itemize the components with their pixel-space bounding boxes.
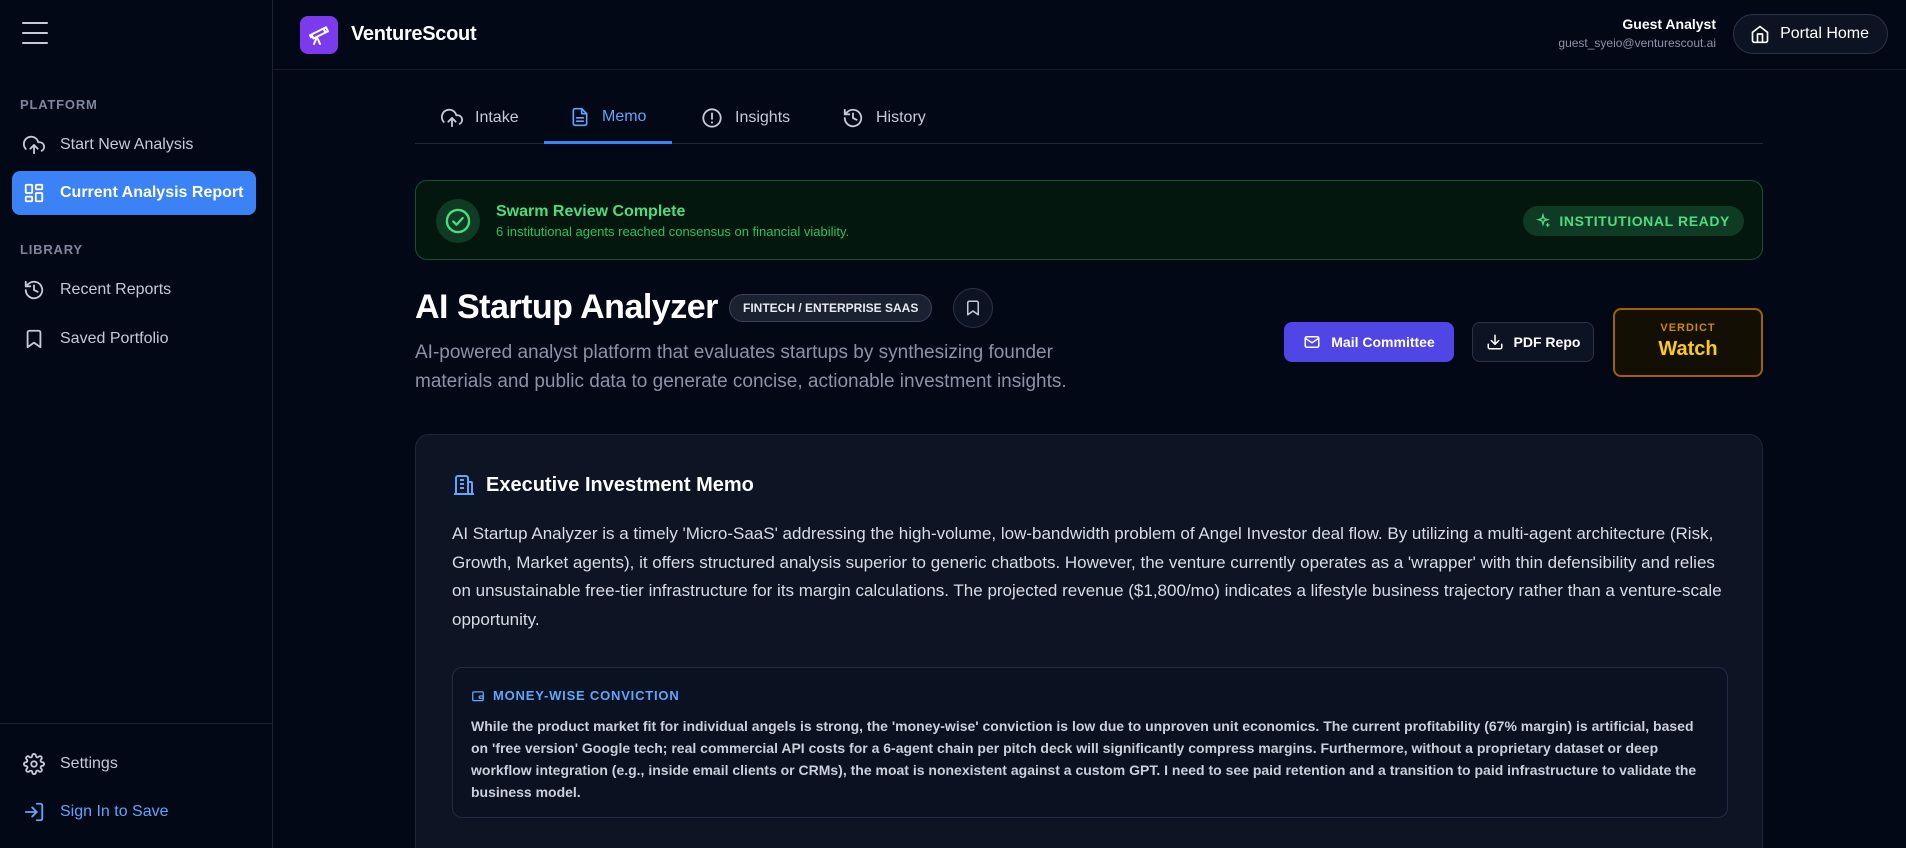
verdict-value: Watch <box>1658 338 1718 360</box>
status-badge-label: INSTITUTIONAL READY <box>1559 213 1730 229</box>
pdf-report-label: PDF Repo <box>1513 334 1581 350</box>
mail-committee-button[interactable]: Mail Committee <box>1284 322 1454 362</box>
sidebar-item-current-analysis-report[interactable]: Current Analysis Report <box>12 171 256 215</box>
sidebar: PLATFORM Start New Analysis Current Anal… <box>0 0 273 848</box>
dashboard-grid-icon <box>22 181 46 205</box>
tab-label: Intake <box>475 109 519 126</box>
banner-subtitle: 6 institutional agents reached consensus… <box>496 224 850 239</box>
sidebar-divider <box>0 723 273 724</box>
mail-committee-label: Mail Committee <box>1331 334 1435 350</box>
download-icon <box>1486 333 1504 351</box>
bookmark-icon <box>964 299 982 317</box>
sidebar-item-label: Settings <box>60 755 118 772</box>
bookmark-icon <box>22 327 46 351</box>
memo-body: AI Startup Analyzer is a timely 'Micro-S… <box>452 524 1722 629</box>
bookmark-button[interactable] <box>953 288 993 328</box>
page-subtitle: AI-powered analyst platform that evaluat… <box>415 342 1067 392</box>
check-circle-icon <box>436 199 480 243</box>
sidebar-item-start-new-analysis[interactable]: Start New Analysis <box>12 123 256 167</box>
portal-home-button[interactable]: Portal Home <box>1733 14 1888 54</box>
sparkle-icon <box>1535 213 1551 229</box>
sidebar-item-saved-portfolio[interactable]: Saved Portfolio <box>12 317 256 361</box>
document-icon <box>570 107 590 127</box>
conviction-body: While the product market fit for individ… <box>471 718 1697 800</box>
memo-header: Executive Investment Memo <box>452 473 754 497</box>
report-tabs: Intake Memo Insights History <box>415 92 1763 144</box>
sidebar-item-label: Start New Analysis <box>60 136 194 153</box>
sidebar-item-label: Saved Portfolio <box>60 330 169 347</box>
sidebar-item-label: Current Analysis Report <box>60 184 244 201</box>
sidebar-item-label: Recent Reports <box>60 281 172 298</box>
sector-tag: FINTECH / ENTERPRISE SAAS <box>729 294 933 322</box>
user-email: guest_syeio@venturescout.ai <box>1558 36 1716 50</box>
gear-icon <box>22 752 46 776</box>
mail-icon <box>1303 333 1321 351</box>
sidebar-section-library: LIBRARY <box>20 242 83 257</box>
home-icon <box>1750 24 1770 44</box>
tab-label: History <box>876 109 926 126</box>
tab-label: Insights <box>735 109 791 126</box>
login-icon <box>22 800 46 824</box>
conviction-title: MONEY-WISE CONVICTION <box>493 688 680 703</box>
cloud-upload-icon <box>22 133 46 157</box>
user-name: Guest Analyst <box>1622 16 1716 32</box>
tab-insights[interactable]: Insights <box>675 92 816 144</box>
history-icon <box>842 107 864 129</box>
status-badge: INSTITUTIONAL READY <box>1523 206 1744 236</box>
top-bar: VentureScout Guest Analyst guest_syeio@v… <box>273 0 1906 70</box>
memo-title: Executive Investment Memo <box>486 473 754 496</box>
sidebar-item-label: Sign In to Save <box>60 803 169 820</box>
alert-circle-icon <box>701 107 723 129</box>
tab-memo[interactable]: Memo <box>544 92 673 144</box>
sidebar-section-platform: PLATFORM <box>20 97 98 112</box>
page-title: AI Startup Analyzer <box>415 288 718 326</box>
sidebar-item-recent-reports[interactable]: Recent Reports <box>12 268 256 312</box>
tab-intake[interactable]: Intake <box>415 92 545 144</box>
executive-memo-card: Executive Investment Memo AI Startup Ana… <box>415 434 1763 848</box>
tab-label: Memo <box>602 107 647 125</box>
swarm-review-banner: Swarm Review Complete 6 institutional ag… <box>415 180 1763 260</box>
tab-history[interactable]: History <box>816 92 952 144</box>
cloud-upload-icon <box>441 107 463 129</box>
history-icon <box>22 278 46 302</box>
telescope-logo-icon <box>300 16 338 54</box>
building-icon <box>452 473 476 497</box>
sign-in-button[interactable]: Sign In to Save <box>12 790 256 834</box>
brand-name: VentureScout <box>351 23 477 45</box>
verdict-card: VERDICT Watch <box>1613 308 1763 377</box>
banner-title: Swarm Review Complete <box>496 203 686 220</box>
sidebar-item-settings[interactable]: Settings <box>12 742 256 786</box>
conviction-header: MONEY-WISE CONVICTION <box>471 688 680 703</box>
pdf-report-button[interactable]: PDF Repo <box>1472 322 1594 362</box>
verdict-label: VERDICT <box>1660 322 1716 334</box>
menu-icon[interactable] <box>22 22 48 44</box>
wallet-icon <box>471 689 485 703</box>
portal-home-label: Portal Home <box>1780 25 1869 42</box>
money-wise-conviction-box: MONEY-WISE CONVICTION While the product … <box>452 667 1728 818</box>
